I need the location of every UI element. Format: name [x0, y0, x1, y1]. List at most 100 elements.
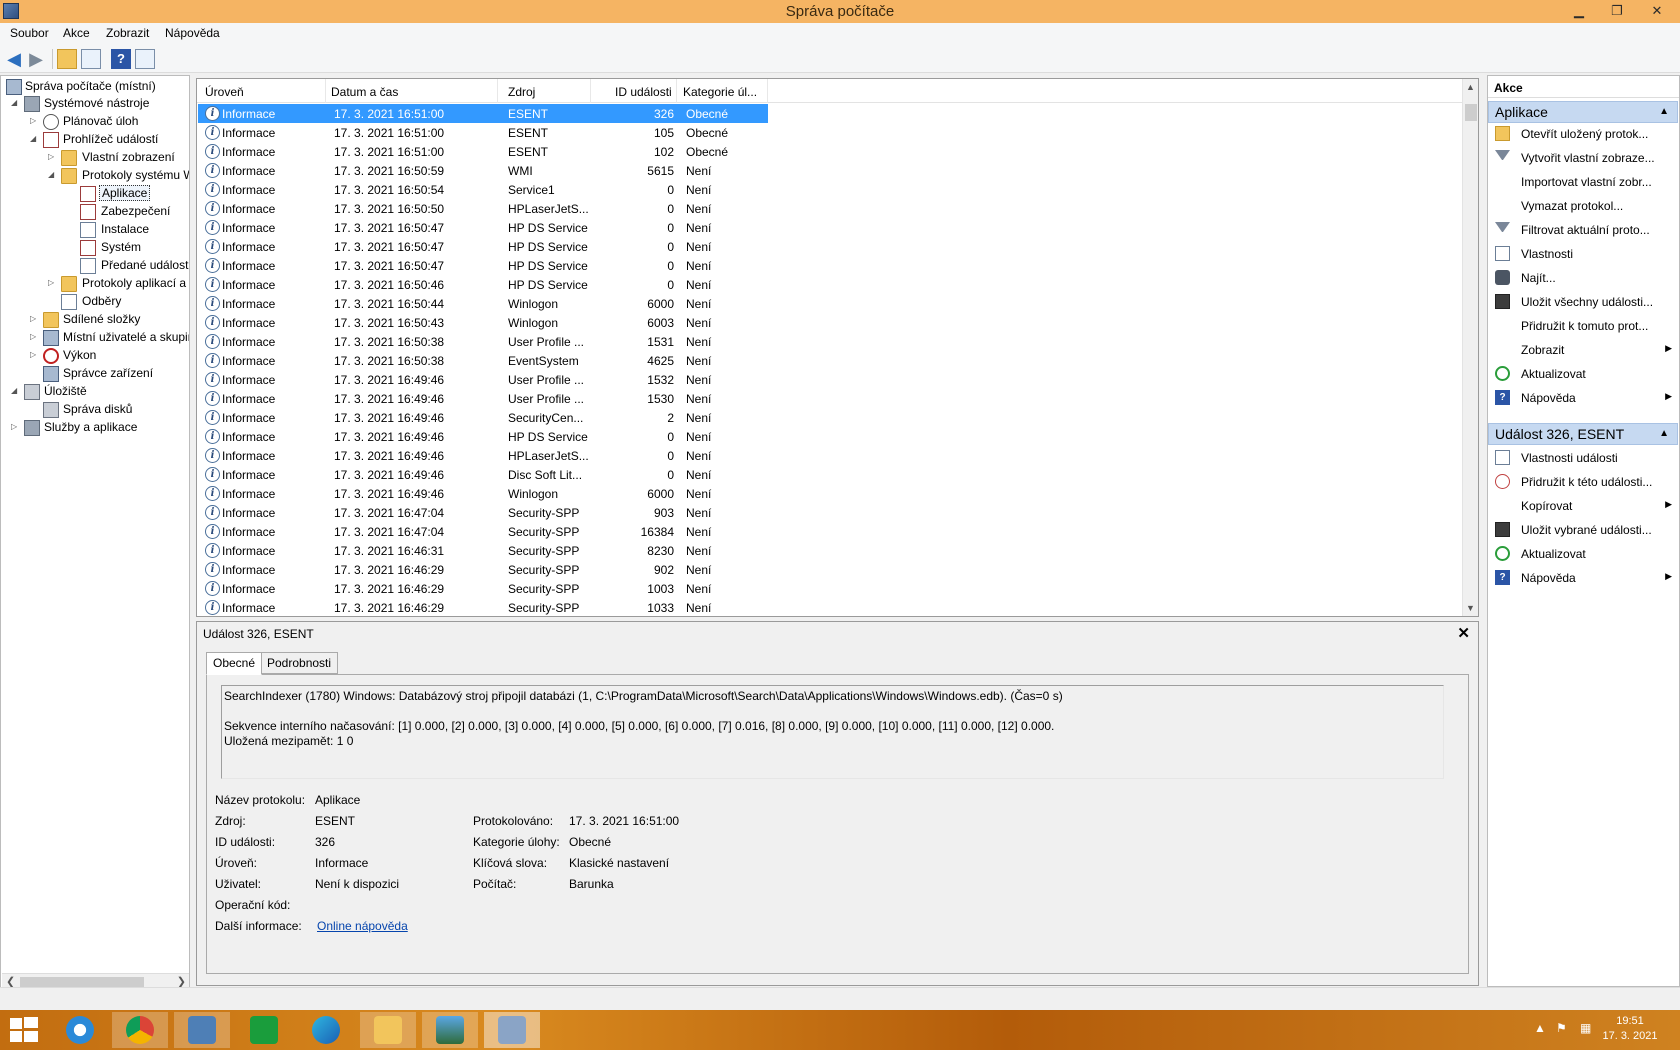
- table-row[interactable]: i Informace 17. 3. 2021 16:51:00 ESENT 105 Ob…: [198, 123, 1464, 142]
- value-task-category[interactable]: Obecné: [569, 835, 611, 849]
- close-button[interactable]: ✕: [1644, 1, 1670, 21]
- action-item[interactable]: Uložit vybrané události...: [1488, 519, 1678, 541]
- action-item[interactable]: ? Nápověda ▶: [1488, 387, 1678, 409]
- table-row[interactable]: i Informace 17. 3. 2021 16:49:46 HPLaserJet…: [198, 446, 1464, 465]
- table-row[interactable]: i Informace 17. 3. 2021 16:49:46 User Profi…: [198, 370, 1464, 389]
- restore-button[interactable]: ❐: [1604, 1, 1630, 21]
- value-source[interactable]: ESENT: [315, 814, 355, 828]
- table-row[interactable]: i Informace 17. 3. 2021 16:50:59 WMI 5615 Nen…: [198, 161, 1464, 180]
- value-event-id[interactable]: 326: [315, 835, 335, 849]
- menu-help[interactable]: Nápověda: [165, 26, 220, 40]
- help-icon[interactable]: ?: [111, 49, 131, 69]
- photos-icon[interactable]: [422, 1012, 478, 1048]
- action-item[interactable]: Filtrovat aktuální proto...: [1488, 219, 1678, 241]
- table-row[interactable]: i Informace 17. 3. 2021 16:46:29 Security-S…: [198, 579, 1464, 598]
- start-icon[interactable]: [6, 1017, 44, 1043]
- value-user[interactable]: Není k dispozici: [315, 877, 399, 891]
- control-panel-icon[interactable]: [174, 1012, 230, 1048]
- table-row[interactable]: i Informace 17. 3. 2021 16:50:47 HP DS Serv…: [198, 218, 1464, 237]
- expand-icon[interactable]: ▷: [30, 116, 40, 128]
- table-row[interactable]: i Informace 17. 3. 2021 16:50:47 HP DS Serv…: [198, 256, 1464, 275]
- collapse-icon[interactable]: ▲: [1659, 428, 1669, 439]
- tab-details[interactable]: Podrobnosti: [260, 652, 339, 674]
- table-row[interactable]: i Informace 17. 3. 2021 16:49:46 SecurityCe…: [198, 408, 1464, 427]
- action-item[interactable]: Aktualizovat: [1488, 363, 1678, 385]
- action-item[interactable]: Vlastnosti události: [1488, 447, 1678, 469]
- column-source[interactable]: Zdroj: [508, 85, 535, 99]
- table-row[interactable]: i Informace 17. 3. 2021 16:51:00 ESENT 102 Ob…: [198, 142, 1464, 161]
- value-logged[interactable]: 17. 3. 2021 16:51:00: [569, 814, 679, 828]
- table-row[interactable]: i Informace 17. 3. 2021 16:50:44 Winlogon 60…: [198, 294, 1464, 313]
- close-icon[interactable]: ✕: [1457, 624, 1470, 642]
- table-row[interactable]: i Informace 17. 3. 2021 16:50:47 HP DS Serv…: [198, 237, 1464, 256]
- show-hidden-icons-icon[interactable]: ▲: [1534, 1021, 1546, 1035]
- column-level[interactable]: Úroveň: [205, 85, 244, 99]
- table-row[interactable]: i Informace 17. 3. 2021 16:50:54 Service1 0 N…: [198, 180, 1464, 199]
- event-list-vertical-scrollbar[interactable]: ▲ ▼: [1462, 79, 1478, 616]
- action-item[interactable]: Vymazat protokol...: [1488, 195, 1678, 217]
- tab-general[interactable]: Obecné: [206, 652, 263, 675]
- table-row[interactable]: i Informace 17. 3. 2021 16:50:50 HPLaserJet…: [198, 199, 1464, 218]
- table-row[interactable]: i Informace 17. 3. 2021 16:50:38 User Profi…: [198, 332, 1464, 351]
- action-center-flag-icon[interactable]: ⚑: [1556, 1021, 1567, 1035]
- table-row[interactable]: i Informace 17. 3. 2021 16:50:46 HP DS Serv…: [198, 275, 1464, 294]
- back-icon[interactable]: ◀: [4, 49, 24, 69]
- show-hide-tree-icon[interactable]: [81, 49, 101, 69]
- table-row[interactable]: i Informace 17. 3. 2021 16:47:04 Security-S…: [198, 503, 1464, 522]
- action-item[interactable]: Přidružit k tomuto prot...: [1488, 315, 1678, 337]
- event-message[interactable]: SearchIndexer (1780) Windows: Databázový…: [221, 685, 1444, 779]
- value-computer[interactable]: Barunka: [569, 877, 614, 891]
- network-icon[interactable]: ▦: [1580, 1021, 1591, 1035]
- action-item[interactable]: Otevřít uložený protok...: [1488, 123, 1678, 145]
- collapse-icon[interactable]: ◢: [11, 386, 21, 398]
- table-row[interactable]: i Informace 17. 3. 2021 16:47:04 Security-S…: [198, 522, 1464, 541]
- action-item[interactable]: Aktualizovat: [1488, 543, 1678, 565]
- internet-explorer-icon[interactable]: [52, 1012, 108, 1048]
- forward-icon[interactable]: ▶: [26, 49, 46, 69]
- column-divider[interactable]: [497, 79, 498, 103]
- column-divider[interactable]: [590, 79, 591, 103]
- taskbar-clock[interactable]: 19:51 17. 3. 2021: [1600, 1014, 1660, 1044]
- expand-icon[interactable]: ▷: [48, 278, 58, 290]
- action-item[interactable]: Zobrazit ▶: [1488, 339, 1678, 361]
- actions-section-event[interactable]: Událost 326, ESENT ▲: [1488, 423, 1678, 445]
- table-row[interactable]: i Informace 17. 3. 2021 16:46:29 Security-S…: [198, 560, 1464, 579]
- expand-icon[interactable]: ▷: [30, 350, 40, 362]
- action-item[interactable]: Přidružit k této události...: [1488, 471, 1678, 493]
- value-level[interactable]: Informace: [315, 856, 368, 870]
- table-row[interactable]: i Informace 17. 3. 2021 16:49:46 HP DS Serv…: [198, 427, 1464, 446]
- menu-file[interactable]: Soubor: [10, 26, 49, 40]
- scroll-thumb[interactable]: [1465, 104, 1477, 121]
- expand-icon[interactable]: ▷: [30, 332, 40, 344]
- action-item[interactable]: Vytvořit vlastní zobraze...: [1488, 147, 1678, 169]
- online-help-link[interactable]: Online nápověda: [317, 919, 408, 933]
- action-item[interactable]: Uložit všechny události...: [1488, 291, 1678, 313]
- column-task-category[interactable]: Kategorie úl...: [683, 85, 757, 99]
- table-row[interactable]: i Informace 17. 3. 2021 16:46:29 Security-S…: [198, 598, 1464, 616]
- expand-icon[interactable]: ▷: [11, 422, 21, 434]
- store-icon[interactable]: [236, 1012, 292, 1048]
- scroll-down-icon[interactable]: ▼: [1466, 603, 1475, 613]
- value-keywords[interactable]: Klasické nastavení: [569, 856, 669, 870]
- file-explorer-icon[interactable]: [360, 1012, 416, 1048]
- column-datetime[interactable]: Datum a čas: [331, 85, 398, 99]
- column-divider[interactable]: [676, 79, 677, 103]
- menu-view[interactable]: Zobrazit: [106, 26, 149, 40]
- collapse-icon[interactable]: ◢: [48, 170, 58, 182]
- column-divider[interactable]: [767, 79, 768, 103]
- table-row[interactable]: i Informace 17. 3. 2021 16:46:31 Security-S…: [198, 541, 1464, 560]
- table-row[interactable]: i Informace 17. 3. 2021 16:51:00 ESENT 326 Ob…: [198, 104, 1464, 123]
- collapse-icon[interactable]: ▲: [1659, 106, 1669, 117]
- action-item[interactable]: Vlastnosti: [1488, 243, 1678, 265]
- show-hide-action-pane-icon[interactable]: [135, 49, 155, 69]
- table-row[interactable]: i Informace 17. 3. 2021 16:49:46 User Profi…: [198, 389, 1464, 408]
- value-log-name[interactable]: Aplikace: [315, 793, 360, 807]
- collapse-icon[interactable]: ◢: [11, 98, 21, 110]
- action-item[interactable]: Najít...: [1488, 267, 1678, 289]
- minimize-button[interactable]: ▁: [1566, 1, 1592, 21]
- collapse-icon[interactable]: ◢: [30, 134, 40, 146]
- table-row[interactable]: i Informace 17. 3. 2021 16:49:46 Disc Soft …: [198, 465, 1464, 484]
- up-folder-icon[interactable]: [57, 49, 77, 69]
- expand-icon[interactable]: ▷: [48, 152, 58, 164]
- expand-icon[interactable]: ▷: [30, 314, 40, 326]
